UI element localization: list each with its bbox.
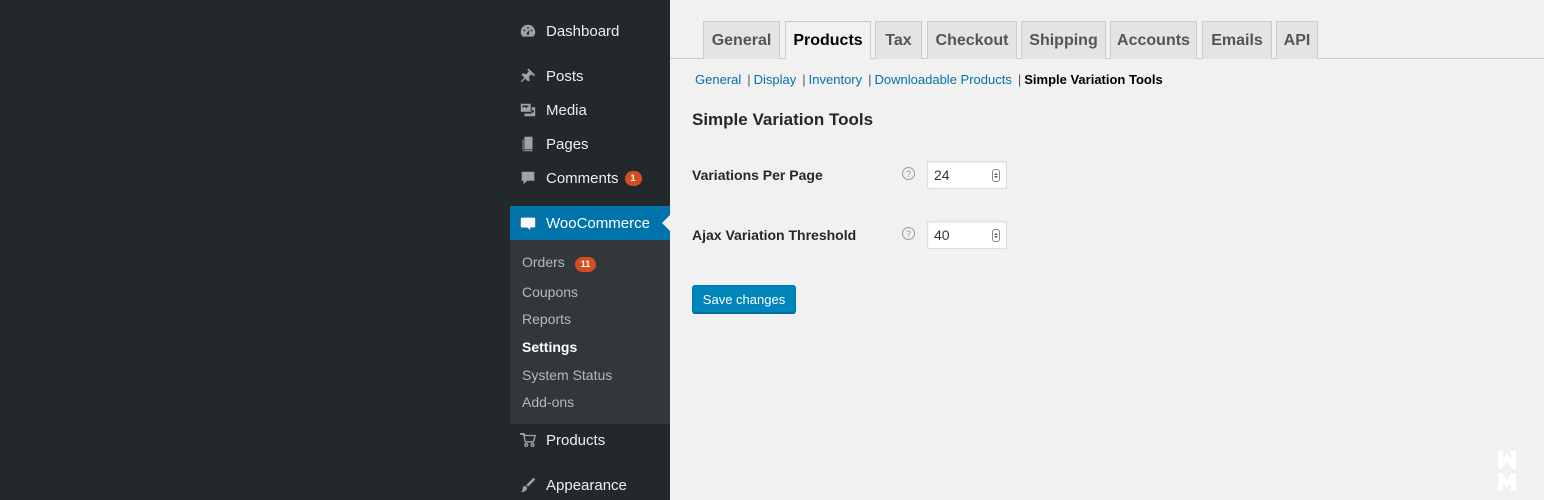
input-value: 40 xyxy=(934,227,950,243)
watermark-logo-icon xyxy=(1498,451,1516,491)
variations-per-page-input[interactable]: 24 xyxy=(927,161,1007,189)
tab-api[interactable]: API xyxy=(1276,21,1318,59)
variations-per-page-label: Variations Per Page xyxy=(692,167,823,183)
comment-count-badge: 1 xyxy=(624,170,642,186)
tab-shipping[interactable]: Shipping xyxy=(1021,21,1106,59)
section-subnav: General | Display | Inventory | Downloadable P… xyxy=(695,72,1163,87)
subnav-display[interactable]: Display xyxy=(754,72,797,87)
submenu-label: Orders xyxy=(522,254,565,270)
menu-label: Posts xyxy=(546,67,584,85)
pages-icon xyxy=(510,135,546,153)
cart-icon xyxy=(510,431,546,449)
tab-emails[interactable]: Emails xyxy=(1202,21,1272,59)
submenu-orders[interactable]: Orders 11 xyxy=(522,254,597,272)
subnav-downloadable-products[interactable]: Downloadable Products xyxy=(875,72,1012,87)
menu-label: Dashboard xyxy=(546,22,620,40)
submenu-system-status[interactable]: System Status xyxy=(522,367,612,383)
comment-icon xyxy=(510,169,546,187)
menu-dashboard[interactable]: Dashboard xyxy=(510,14,670,48)
settings-content: General Products Tax Checkout Shipping A… xyxy=(670,0,1544,500)
spinner-arrows-icon[interactable] xyxy=(992,229,1000,242)
save-changes-button[interactable]: Save changes xyxy=(692,285,796,313)
submenu-settings[interactable]: Settings xyxy=(522,339,577,355)
menu-label: Appearance xyxy=(546,476,627,494)
menu-appearance[interactable]: Appearance xyxy=(510,468,670,500)
section-title: Simple Variation Tools xyxy=(692,110,874,129)
tab-general[interactable]: General xyxy=(703,21,780,59)
menu-products[interactable]: Products xyxy=(510,423,670,457)
subnav-inventory[interactable]: Inventory xyxy=(809,72,862,87)
input-value: 24 xyxy=(934,167,950,183)
menu-label: Products xyxy=(546,431,606,449)
submenu-reports[interactable]: Reports xyxy=(522,311,571,327)
spinner-arrows-icon[interactable] xyxy=(992,169,1000,182)
menu-label: Comments xyxy=(546,169,619,187)
menu-woocommerce[interactable]: WooCommerce xyxy=(510,206,670,240)
menu-label: Pages xyxy=(546,135,589,153)
menu-comments[interactable]: Comments 1 xyxy=(510,161,670,195)
menu-label: Media xyxy=(546,101,587,119)
media-icon xyxy=(510,101,546,119)
submenu-add-ons[interactable]: Add-ons xyxy=(522,394,574,410)
ajax-variation-threshold-label: Ajax Variation Threshold xyxy=(692,227,857,243)
help-tip-icon[interactable]: ? xyxy=(902,227,915,240)
menu-media[interactable]: Media xyxy=(510,93,670,127)
tab-tax[interactable]: Tax xyxy=(875,21,922,59)
menu-pages[interactable]: Pages xyxy=(510,127,670,161)
ajax-variation-threshold-input[interactable]: 40 xyxy=(927,221,1007,249)
help-tip-icon[interactable]: ? xyxy=(902,167,915,180)
subnav-simple-variation-tools[interactable]: Simple Variation Tools xyxy=(1024,72,1162,87)
pin-icon xyxy=(510,67,546,85)
menu-posts[interactable]: Posts xyxy=(510,59,670,93)
tab-products[interactable]: Products xyxy=(785,21,871,59)
subnav-general[interactable]: General xyxy=(695,72,741,87)
woocommerce-submenu: Orders 11 Coupons Reports Settings Syste… xyxy=(510,240,670,424)
tab-accounts[interactable]: Accounts xyxy=(1110,21,1197,59)
woo-icon xyxy=(510,214,546,232)
dashboard-icon xyxy=(510,22,546,40)
menu-label: WooCommerce xyxy=(546,214,650,232)
admin-sidebar: Dashboard Posts Media Pages Comments 1 W… xyxy=(510,0,670,500)
orders-count-badge: 11 xyxy=(574,257,597,272)
brush-icon xyxy=(510,476,546,494)
tab-checkout[interactable]: Checkout xyxy=(927,21,1017,59)
submenu-coupons[interactable]: Coupons xyxy=(522,284,578,300)
